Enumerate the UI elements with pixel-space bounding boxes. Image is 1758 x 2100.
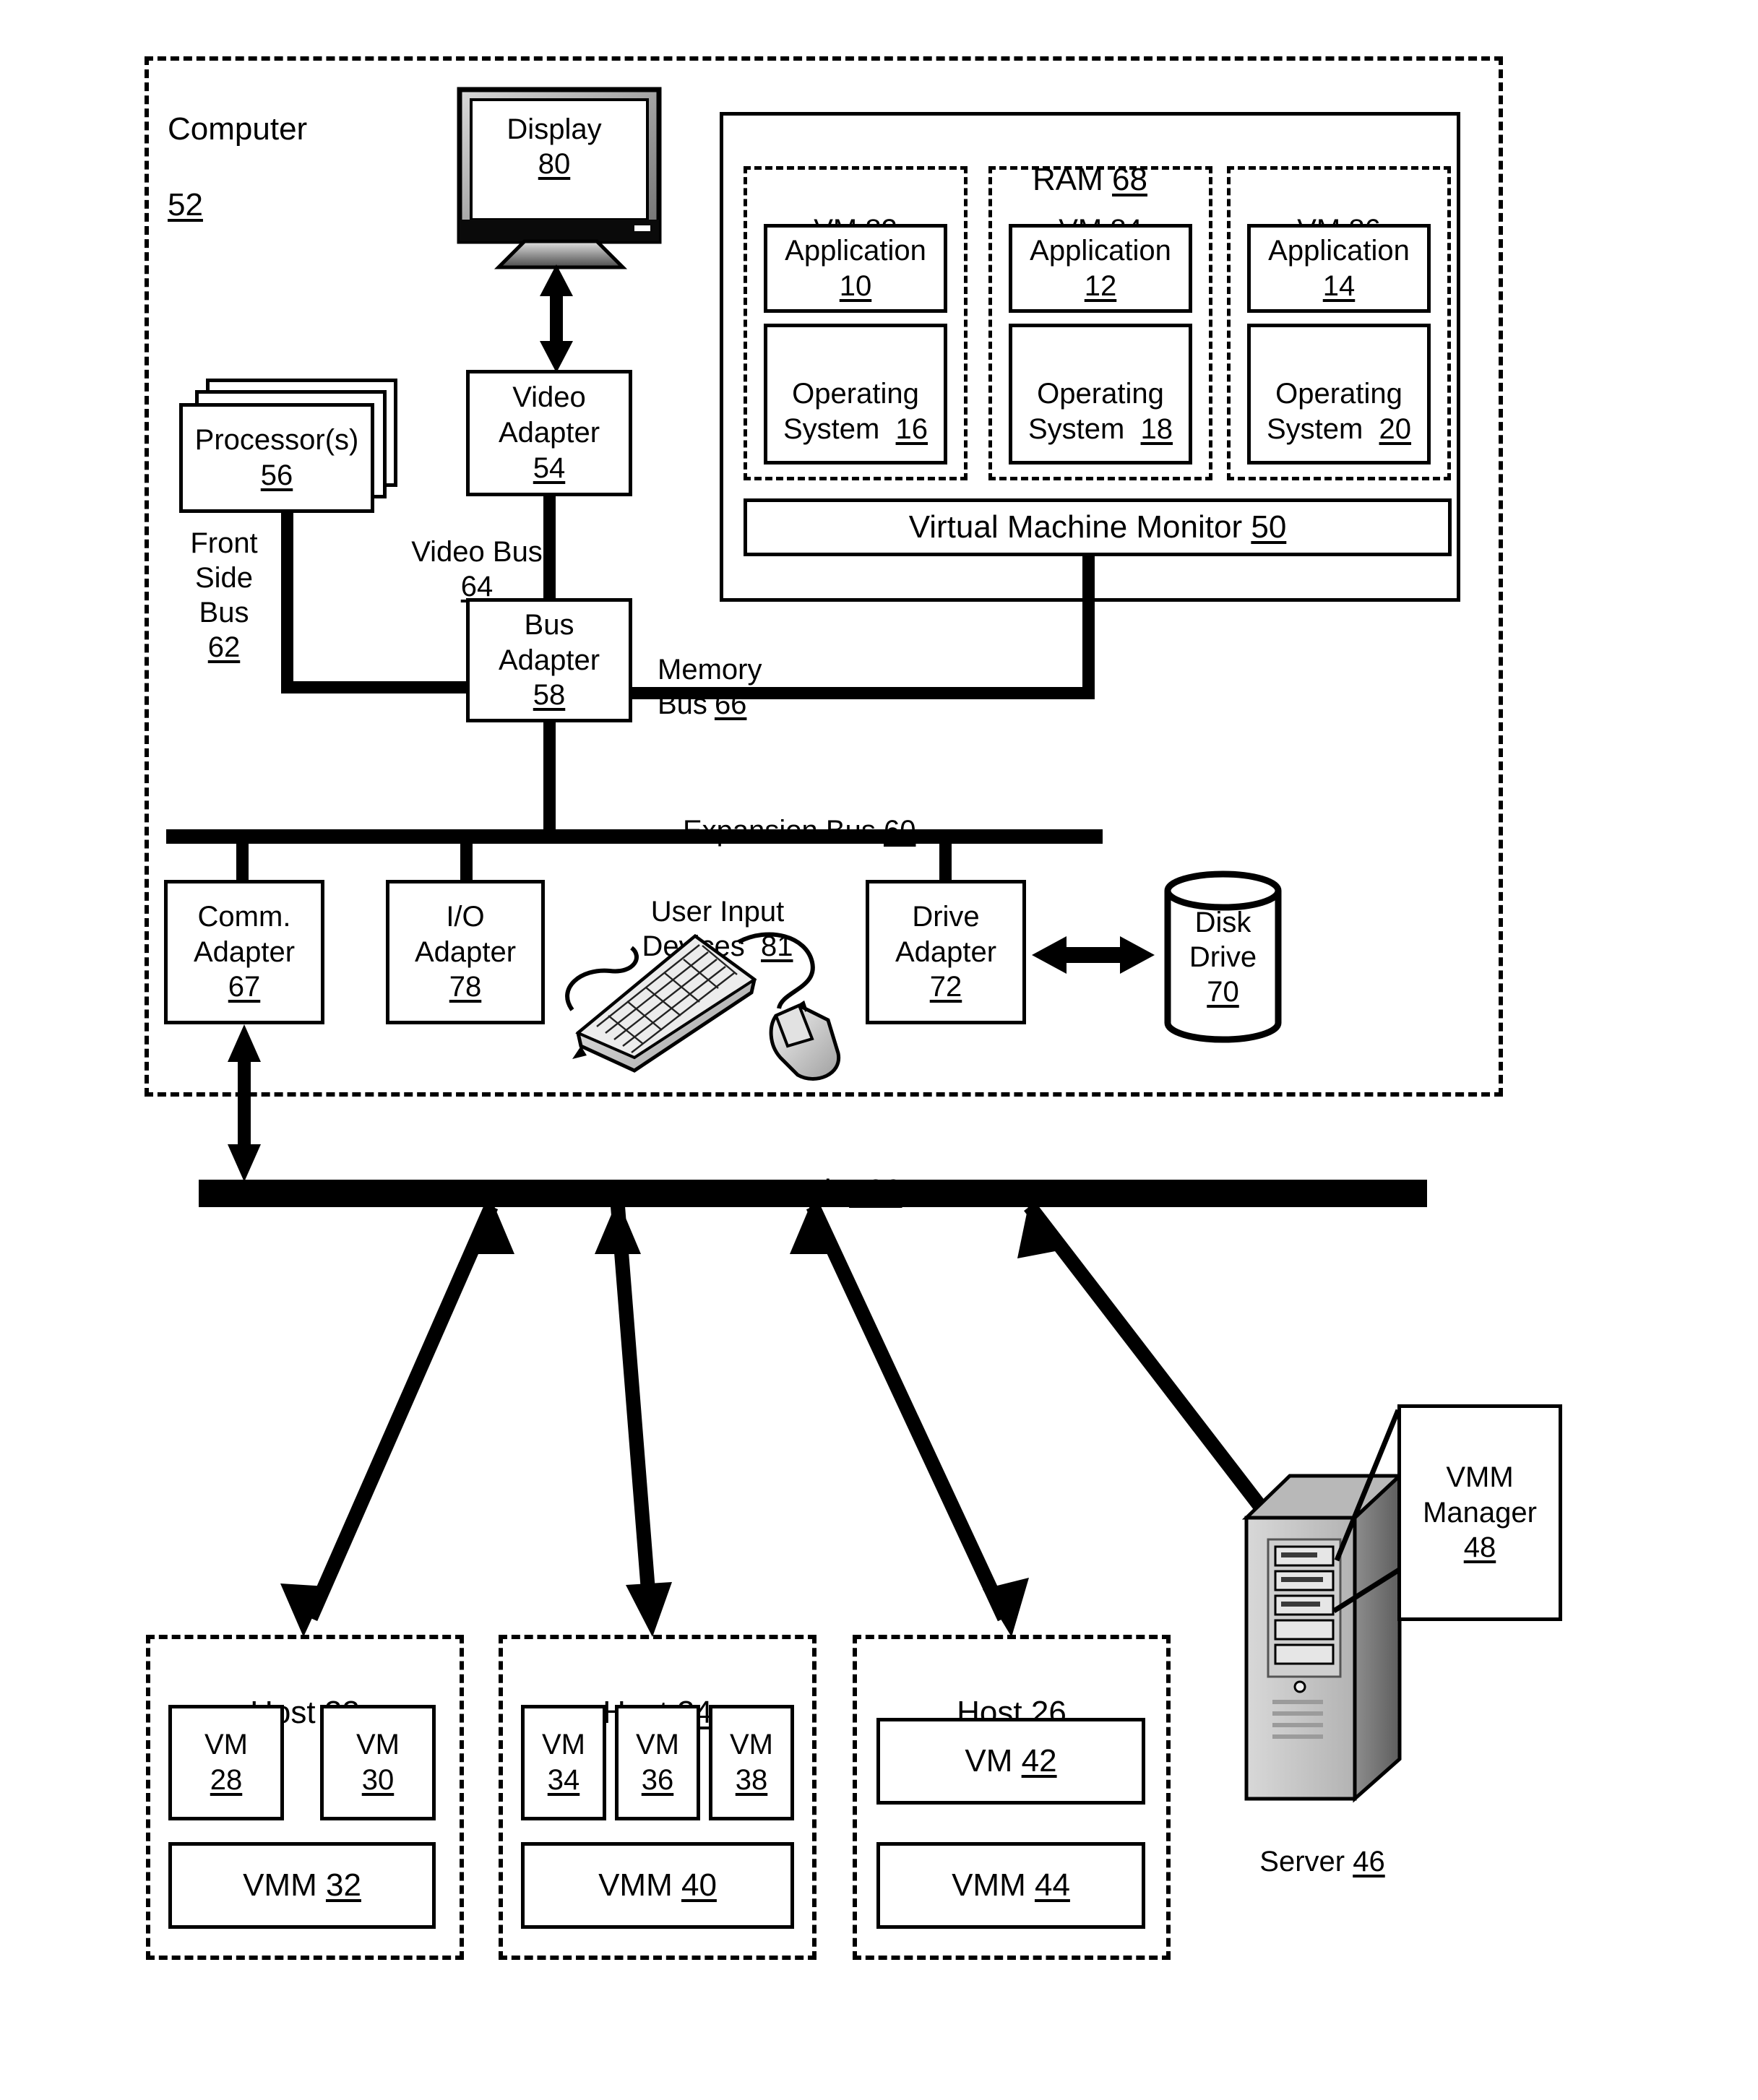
io-adapter-box: I/O Adapter 78 <box>386 880 545 1024</box>
virtual-machine-monitor-box: Virtual Machine Monitor 50 <box>744 498 1452 556</box>
ram-vm-86-os: Operating System 20 <box>1247 324 1431 464</box>
expansion-bus-bar <box>166 829 1103 844</box>
host-26-vm-42: VM 42 <box>876 1718 1145 1805</box>
server-label: Server 46 <box>1259 1846 1385 1878</box>
processors-box: Processor(s) 56 <box>179 403 374 513</box>
display-label: Display 80 <box>507 113 602 180</box>
host-24-vm-36: VM 36 <box>615 1705 700 1820</box>
memory-bus-vertical <box>1082 556 1095 692</box>
host-24-vmm-40: VMM 40 <box>521 1842 794 1929</box>
vmm-manager-box: VMM Manager 48 <box>1397 1404 1562 1621</box>
ram-vm-86-application: Application 14 <box>1247 224 1431 313</box>
computer-label: Computer 52 <box>168 111 308 223</box>
host-22-vm-28: VM 28 <box>168 1705 284 1820</box>
ram-vm-82-application: Application 10 <box>764 224 947 313</box>
host-22-vm-30: VM 30 <box>320 1705 436 1820</box>
display-video-arrow <box>540 264 573 373</box>
ram-vm-82-os: Operating System 16 <box>764 324 947 464</box>
memory-bus-label: Memory Bus 66 <box>658 654 762 720</box>
comm-adapter-box: Comm. Adapter 67 <box>164 880 324 1024</box>
video-bus-label: Video Bus 64 <box>411 536 543 602</box>
host-24-vm-38: VM 38 <box>709 1705 794 1820</box>
drive-disk-arrow <box>1032 936 1155 974</box>
ram-vm-84-os: Operating System 18 <box>1009 324 1192 464</box>
disk-drive-label: Disk Drive 70 <box>1189 907 1257 1008</box>
ram-vm-84-application: Application 12 <box>1009 224 1192 313</box>
mouse-icon <box>737 932 841 1081</box>
io-adapter-drop <box>460 842 473 881</box>
host-26-vmm-44: VMM 44 <box>876 1842 1145 1929</box>
front-side-bus-label: Front Side Bus 62 <box>190 527 258 663</box>
comm-adapter-drop <box>236 842 249 881</box>
drive-adapter-box: Drive Adapter 72 <box>866 880 1026 1024</box>
video-adapter-box: Video Adapter 54 <box>466 370 632 496</box>
front-side-bus-horizontal <box>281 681 470 693</box>
bus-adapter-box: Bus Adapter 58 <box>466 598 632 722</box>
front-side-bus-vertical <box>281 511 293 693</box>
host-24-vm-34: VM 34 <box>521 1705 606 1820</box>
patent-figure-canvas: Computer 52 Display 80 RAM 68 VM 82 <box>0 0 1758 2100</box>
host-22-vmm-32: VMM 32 <box>168 1842 436 1929</box>
expansion-bus-drop <box>543 721 556 833</box>
drive-adapter-drop <box>939 842 952 881</box>
